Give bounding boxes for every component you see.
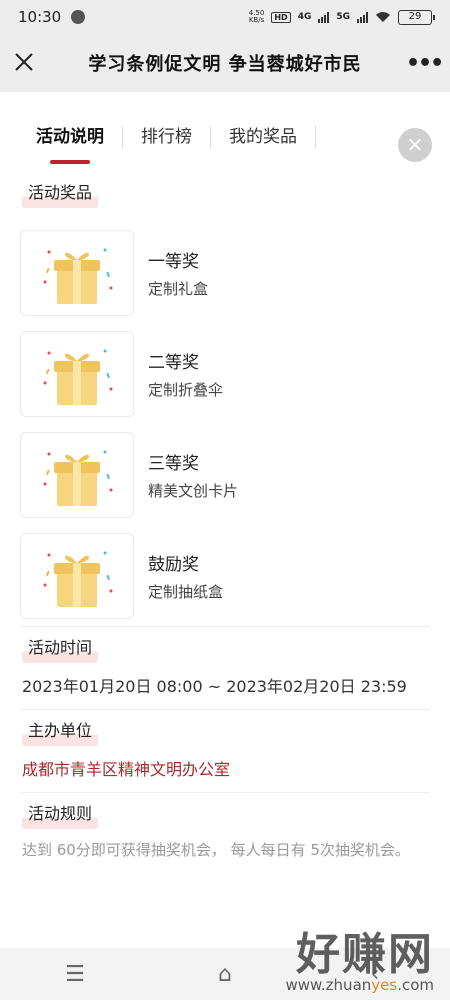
prize-thumbnail (20, 431, 134, 518)
prize-item: 二等奖 定制折叠伞 (20, 323, 430, 424)
gift-box-icon (43, 450, 113, 506)
tab-leaderboard[interactable]: 排行榜 (123, 122, 210, 152)
prize-description: 定制礼盒 (148, 279, 209, 298)
gift-box-icon (43, 248, 113, 304)
time-section: 活动时间 2023年01月20日 08:00 ~ 2023年02月20日 23:… (0, 627, 450, 709)
prize-rank: 鼓励奖 (148, 554, 199, 575)
host-section: 主办单位 成都市青羊区精神文明办公室 (0, 710, 450, 792)
prizes-section-label: 活动奖品 (22, 182, 99, 208)
prize-description: 定制抽纸盒 (148, 582, 224, 601)
gift-box-icon (43, 551, 113, 607)
status-time: 10:30 (18, 8, 62, 26)
rules-section-label: 活动规则 (22, 803, 99, 829)
host-organization-value: 成都市青羊区精神文明办公室 (22, 760, 231, 779)
more-menu-button[interactable]: ••• (406, 51, 444, 76)
menu-icon[interactable]: ☰ (45, 962, 105, 987)
prize-info: 一等奖 定制礼盒 (148, 247, 208, 299)
prize-rank: 三等奖 (148, 453, 199, 474)
rules-section: 活动规则 达到 60分即可获得抽奖机会， 每人每日有 5次抽奖机会。 (0, 793, 450, 873)
net-speed: 4.50 KB/s (248, 9, 265, 24)
prize-info: 鼓励奖 定制抽纸盒 (148, 550, 223, 602)
watermark-title: 好赚网 (296, 929, 434, 980)
tab-label: 我的奖品 (229, 127, 297, 147)
prizes-section: 活动奖品 一等奖 定制礼盒 二等奖 定制折叠伞 三等奖 精美文创卡片 鼓励奖 定… (0, 182, 450, 626)
signal-bars-icon (318, 11, 330, 23)
activity-time-value: 2023年01月20日 08:00 ~ 2023年02月20日 23:59 (22, 677, 407, 696)
prize-info: 三等奖 精美文创卡片 (148, 449, 238, 501)
tab-divider (315, 126, 316, 148)
gift-box-icon (43, 349, 113, 405)
signal-bars-icon (357, 11, 368, 23)
status-bar: 10:30 4.50 KB/s HD 4G 5G 29 (0, 0, 450, 34)
home-icon[interactable]: ⌂ (195, 962, 255, 987)
hd-tag: HD (271, 11, 291, 23)
signal-4g-label: 4G (297, 12, 312, 22)
prize-thumbnail (20, 330, 134, 417)
watermark: 好赚网 www.zhuanyes.com (285, 918, 434, 994)
prize-item: 一等奖 定制礼盒 (20, 222, 430, 323)
tab-label: 排行榜 (141, 127, 192, 147)
prize-description: 定制折叠伞 (148, 380, 224, 399)
status-right: 4.50 KB/s HD 4G 5G 29 (248, 9, 435, 25)
tab-my-prizes[interactable]: 我的奖品 (211, 122, 315, 152)
rules-text: 达到 60分即可获得抽奖机会， 每人每日有 5次抽奖机会。 (22, 841, 410, 859)
time-section-label: 活动时间 (22, 637, 99, 663)
battery-icon: 29 (398, 9, 435, 25)
prize-thumbnail (20, 229, 134, 316)
prize-item: 三等奖 精美文创卡片 (20, 424, 430, 525)
signal-5g-label: 5G (336, 12, 350, 22)
tab-label: 活动说明 (36, 127, 104, 147)
prize-rank: 一等奖 (148, 251, 199, 272)
prize-item: 鼓励奖 定制抽纸盒 (20, 525, 430, 626)
close-icon[interactable] (14, 49, 44, 77)
prize-info: 二等奖 定制折叠伞 (148, 348, 223, 400)
prize-list: 一等奖 定制礼盒 二等奖 定制折叠伞 三等奖 精美文创卡片 鼓励奖 定制抽纸盒 (0, 208, 450, 626)
wifi-icon (376, 12, 390, 22)
page-title: 学习条例促文明 争当蓉城好市民 (88, 54, 362, 75)
prize-description: 精美文创卡片 (148, 481, 239, 500)
active-tab-indicator (50, 160, 90, 164)
host-section-label: 主办单位 (22, 720, 99, 746)
wechat-notification-icon (71, 10, 86, 24)
prize-rank: 二等奖 (148, 352, 199, 373)
prize-thumbnail (20, 532, 134, 619)
tab-activity-info[interactable]: 活动说明 (18, 122, 122, 164)
tab-bar: 活动说明 排行榜 我的奖品 ✕ (0, 92, 450, 182)
panel-close-icon[interactable]: ✕ (398, 128, 432, 162)
title-bar: 学习条例促文明 争当蓉城好市民 ••• (0, 34, 450, 92)
